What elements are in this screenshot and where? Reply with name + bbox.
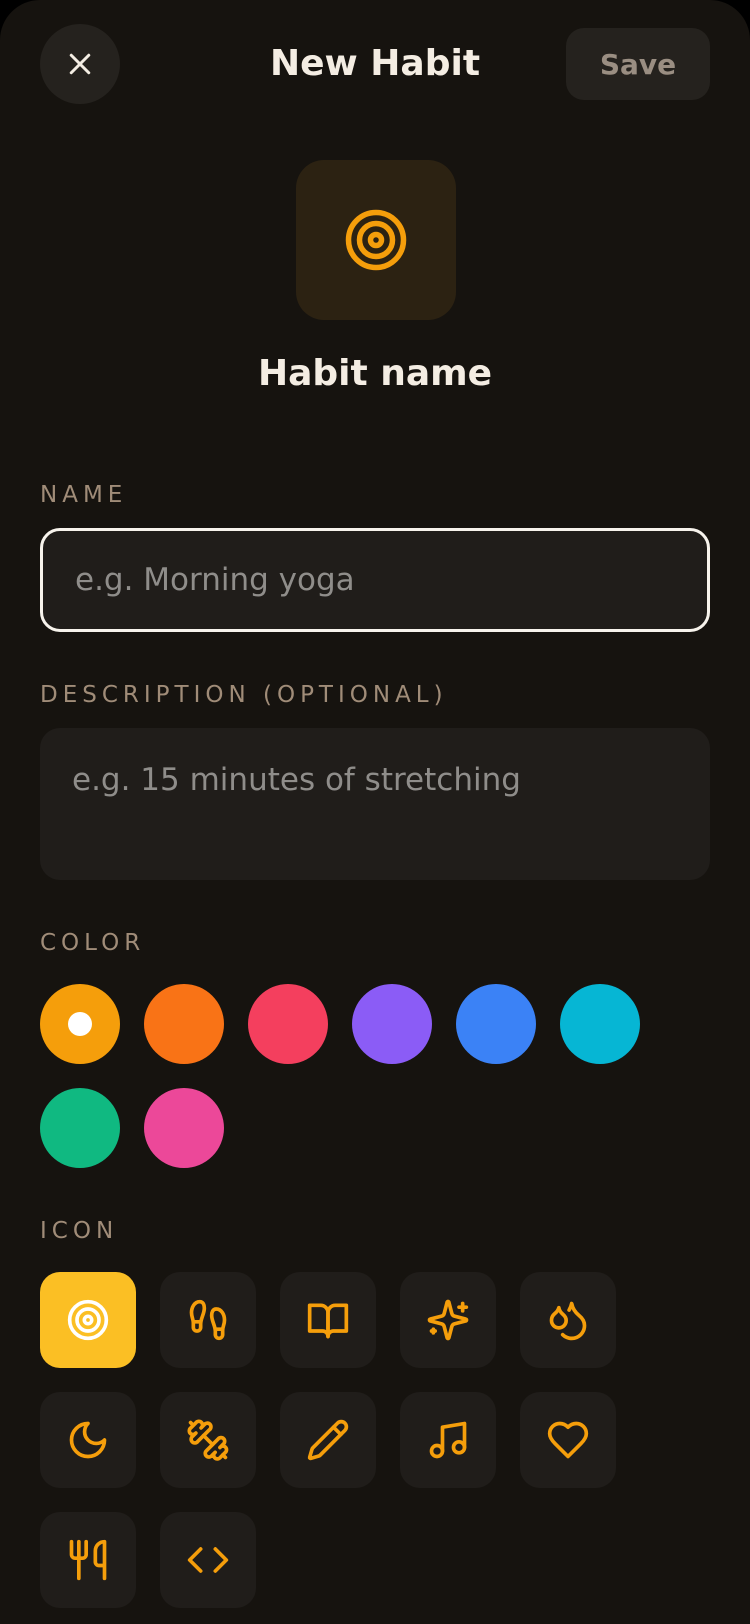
sparkles-icon xyxy=(427,1299,469,1341)
footprints-icon xyxy=(189,1299,227,1341)
color-swatch[interactable] xyxy=(560,984,640,1064)
description-input[interactable] xyxy=(40,728,710,880)
code-icon xyxy=(187,1547,229,1573)
droplets-icon xyxy=(549,1301,587,1341)
icon-option[interactable] xyxy=(40,1392,136,1488)
utensils-icon xyxy=(69,1539,107,1581)
color-swatch[interactable] xyxy=(248,984,328,1064)
color-label: COLOR xyxy=(40,930,146,956)
icon-option[interactable] xyxy=(160,1272,256,1368)
target-icon xyxy=(345,209,407,271)
icon-label: ICON xyxy=(40,1218,119,1244)
pencil-icon xyxy=(307,1419,349,1461)
heart-icon xyxy=(547,1421,589,1459)
moon-icon xyxy=(69,1421,107,1459)
target-icon xyxy=(67,1299,109,1341)
color-swatch[interactable] xyxy=(144,1088,224,1168)
dumbbell-icon xyxy=(187,1419,229,1461)
description-label: DESCRIPTION (OPTIONAL) xyxy=(40,682,448,708)
name-label: NAME xyxy=(40,482,128,508)
save-button[interactable]: Save xyxy=(566,28,710,100)
icon-option[interactable] xyxy=(280,1392,376,1488)
icon-option[interactable] xyxy=(160,1392,256,1488)
book-open-icon xyxy=(307,1303,349,1339)
icon-option[interactable] xyxy=(280,1272,376,1368)
color-swatch[interactable] xyxy=(144,984,224,1064)
icon-option[interactable] xyxy=(520,1272,616,1368)
icon-option[interactable] xyxy=(520,1392,616,1488)
name-input[interactable] xyxy=(40,528,710,632)
habit-icon-preview xyxy=(296,160,456,320)
color-swatch[interactable] xyxy=(40,984,120,1064)
icon-option[interactable] xyxy=(40,1272,136,1368)
habit-name-preview: Habit name xyxy=(257,353,493,394)
selected-indicator xyxy=(68,1012,92,1036)
icon-option[interactable] xyxy=(400,1392,496,1488)
color-swatch[interactable] xyxy=(352,984,432,1064)
icon-option[interactable] xyxy=(400,1272,496,1368)
icon-option[interactable] xyxy=(160,1512,256,1608)
icon-option[interactable] xyxy=(40,1512,136,1608)
new-habit-sheet: New Habit Save Habit name NAME DESCRIPTI… xyxy=(0,0,750,1624)
color-swatch[interactable] xyxy=(40,1088,120,1168)
color-swatch[interactable] xyxy=(456,984,536,1064)
music-icon xyxy=(429,1421,467,1459)
